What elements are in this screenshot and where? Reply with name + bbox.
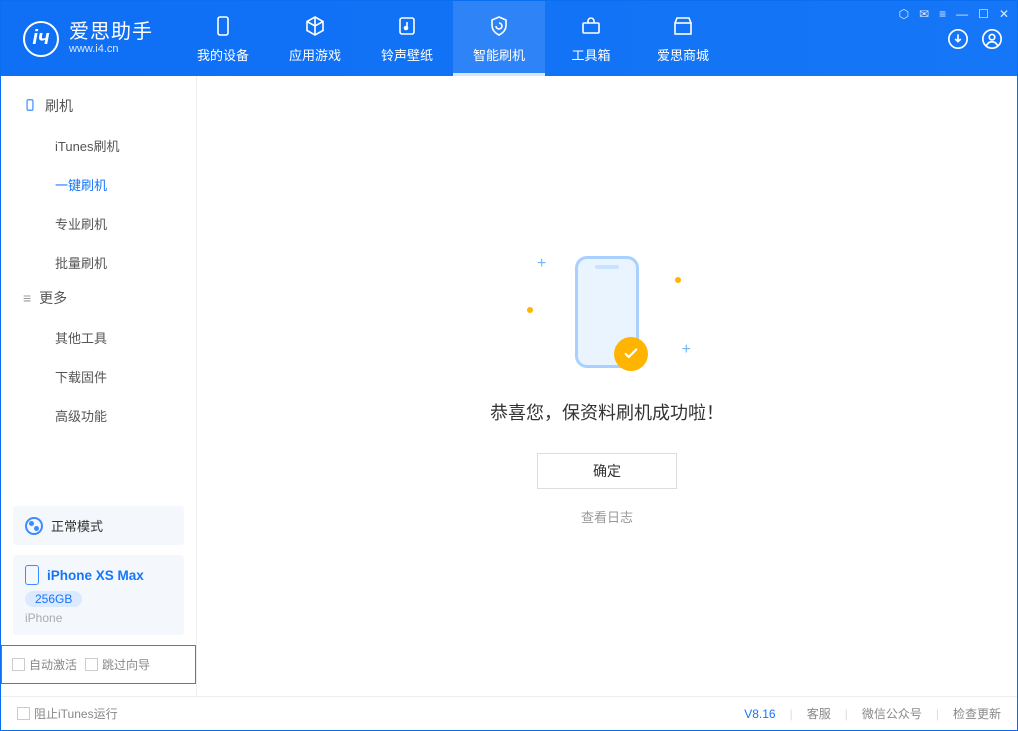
cube-icon — [302, 13, 328, 39]
tab-my-device[interactable]: 我的设备 — [177, 1, 269, 76]
header: iч 爱思助手 www.i4.cn 我的设备 应用游戏 铃声壁纸 智能刷机 — [1, 1, 1017, 76]
phone-icon — [210, 13, 236, 39]
menu-icon[interactable]: ≡ — [939, 7, 946, 21]
checkbox-block-itunes[interactable]: 阻止iTunes运行 — [17, 705, 118, 722]
music-icon — [394, 13, 420, 39]
phone-small-icon — [25, 565, 39, 585]
app-subtext: www.i4.cn — [69, 43, 153, 55]
shield-refresh-icon — [486, 13, 512, 39]
checkbox-auto-activate[interactable]: 自动激活 — [12, 656, 77, 673]
sidebar: 刷机 iTunes刷机 一键刷机 专业刷机 批量刷机 ≡ 更多 其他工具 下载固… — [1, 76, 197, 696]
sidebar-item-itunes-flash[interactable]: iTunes刷机 — [1, 126, 196, 165]
sidebar-section-more: ≡ 更多 — [1, 282, 196, 318]
logo: iч 爱思助手 www.i4.cn — [1, 1, 171, 76]
top-tabs: 我的设备 应用游戏 铃声壁纸 智能刷机 工具箱 爱思商城 — [177, 1, 729, 76]
device-card[interactable]: iPhone XS Max 256GB iPhone — [13, 555, 184, 635]
tab-apps-games[interactable]: 应用游戏 — [269, 1, 361, 76]
view-log-link[interactable]: 查看日志 — [581, 507, 633, 526]
close-button[interactable]: ✕ — [999, 7, 1009, 21]
bottom-options-highlight: 自动激活 跳过向导 — [1, 645, 196, 684]
ok-button[interactable]: 确定 — [537, 453, 677, 489]
window-controls: ⬡ ✉ ≡ — ☐ ✕ — [899, 7, 1009, 21]
device-capacity-badge: 256GB — [25, 591, 82, 607]
app-title: 爱思助手 — [69, 21, 153, 43]
device-name: iPhone XS Max — [47, 568, 144, 583]
store-icon — [670, 13, 696, 39]
tab-store[interactable]: 爱思商城 — [637, 1, 729, 76]
version-label: V8.16 — [744, 707, 775, 721]
check-update-link[interactable]: 检查更新 — [953, 705, 1001, 722]
device-small-icon — [23, 98, 37, 115]
support-link[interactable]: 客服 — [807, 705, 831, 722]
download-icon[interactable] — [947, 28, 969, 50]
sidebar-item-other-tools[interactable]: 其他工具 — [1, 318, 196, 357]
sidebar-item-pro-flash[interactable]: 专业刷机 — [1, 204, 196, 243]
tab-smart-flash[interactable]: 智能刷机 — [453, 1, 545, 76]
mode-icon — [25, 517, 43, 535]
tab-ringtones-wallpapers[interactable]: 铃声壁纸 — [361, 1, 453, 76]
minimize-button[interactable]: — — [956, 7, 968, 21]
sidebar-item-download-firmware[interactable]: 下载固件 — [1, 357, 196, 396]
wechat-link[interactable]: 微信公众号 — [862, 705, 922, 722]
mode-card[interactable]: 正常模式 — [13, 506, 184, 545]
device-type: iPhone — [25, 611, 62, 625]
sidebar-item-advanced[interactable]: 高级功能 — [1, 396, 196, 435]
tab-toolbox[interactable]: 工具箱 — [545, 1, 637, 76]
sidebar-item-one-key-flash[interactable]: 一键刷机 — [1, 165, 196, 204]
feature-icon[interactable]: ⬡ — [899, 7, 909, 21]
logo-icon: iч — [23, 21, 59, 57]
maximize-button[interactable]: ☐ — [978, 7, 989, 21]
success-illustration: + + — [507, 247, 707, 377]
main-panel: + + 恭喜您，保资料刷机成功啦！ 确定 查看日志 — [197, 76, 1017, 696]
mode-label: 正常模式 — [51, 516, 103, 535]
footer: 阻止iTunes运行 V8.16 | 客服 | 微信公众号 | 检查更新 — [1, 696, 1017, 730]
checkbox-skip-wizard[interactable]: 跳过向导 — [85, 656, 150, 673]
app-window: ⬡ ✉ ≡ — ☐ ✕ iч 爱思助手 www.i4.cn 我的设备 应用游戏 — [0, 0, 1018, 731]
checkmark-icon — [614, 337, 648, 371]
toolbox-icon — [578, 13, 604, 39]
sidebar-section-flash: 刷机 — [1, 90, 196, 126]
feedback-icon[interactable]: ✉ — [919, 7, 929, 21]
success-message: 恭喜您，保资料刷机成功啦！ — [490, 399, 724, 425]
body: 刷机 iTunes刷机 一键刷机 专业刷机 批量刷机 ≡ 更多 其他工具 下载固… — [1, 76, 1017, 696]
user-icon[interactable] — [981, 28, 1003, 50]
sidebar-item-batch-flash[interactable]: 批量刷机 — [1, 243, 196, 282]
list-icon: ≡ — [23, 290, 31, 306]
